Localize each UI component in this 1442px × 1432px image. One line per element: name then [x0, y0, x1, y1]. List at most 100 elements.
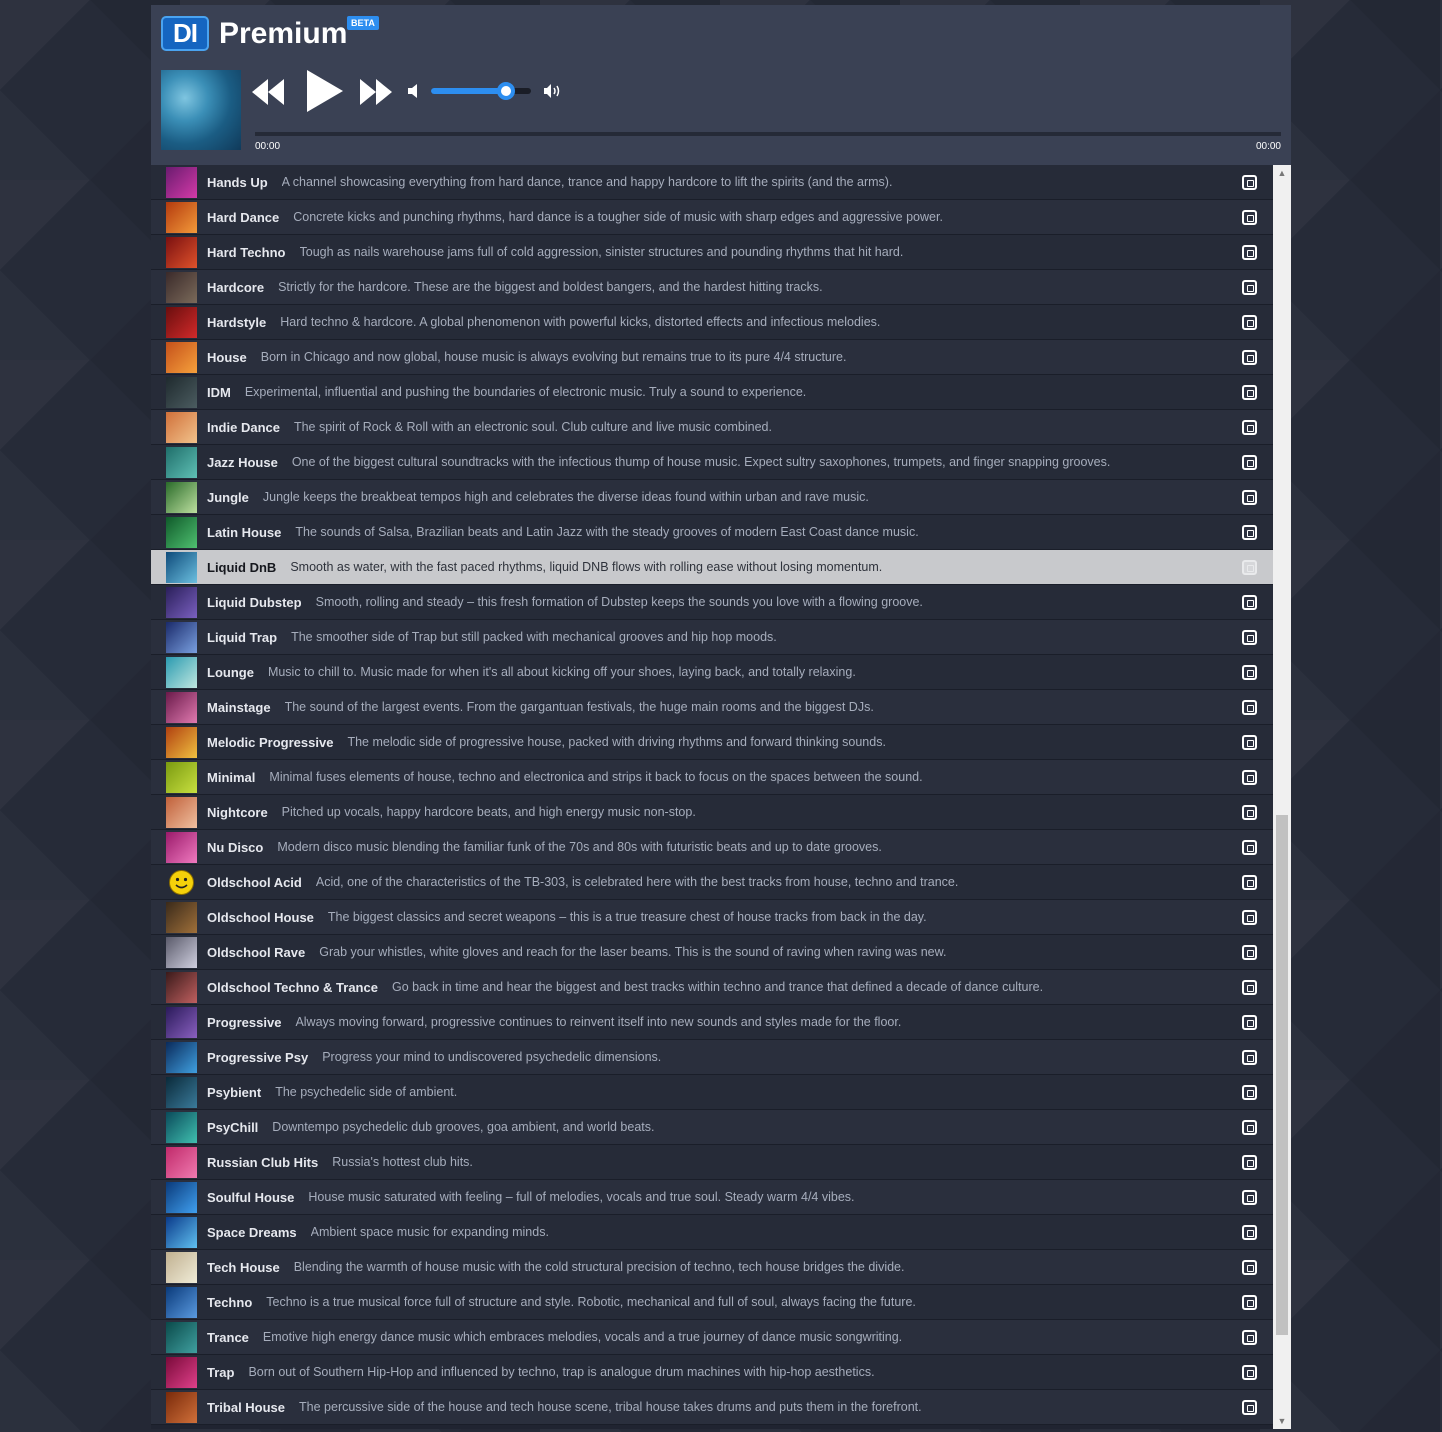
popout-icon[interactable]: [1242, 1190, 1257, 1205]
channel-row[interactable]: IDM Experimental, influential and pushing…: [151, 375, 1273, 410]
channel-row[interactable]: Russian Club Hits Russia's hottest club h…: [151, 1145, 1273, 1180]
channel-name: Latin House: [207, 524, 282, 540]
channel-row[interactable]: Space Dreams Ambient space music for expa…: [151, 1215, 1273, 1250]
di-logo[interactable]: DI: [161, 16, 209, 51]
popout-icon[interactable]: [1242, 735, 1257, 750]
channel-name: Oldschool Acid: [207, 874, 302, 890]
channel-row[interactable]: Mainstage The sound of the largest events…: [151, 690, 1273, 725]
channel-row[interactable]: Melodic Progressive The melodic side of p…: [151, 725, 1273, 760]
track-progress-bar[interactable]: [255, 132, 1281, 136]
popout-icon[interactable]: [1242, 210, 1257, 225]
channel-row[interactable]: Oldschool Rave Grab your whistles, white …: [151, 935, 1273, 970]
channel-thumbnail: [166, 1356, 197, 1388]
popout-icon[interactable]: [1242, 770, 1257, 785]
play-button[interactable]: [301, 68, 345, 114]
channel-row[interactable]: Hardstyle Hard techno & hardcore. A globa…: [151, 305, 1273, 340]
channel-thumbnail: [166, 796, 197, 828]
channel-name: Tribal House: [207, 1399, 286, 1415]
mute-button[interactable]: [407, 83, 421, 99]
popout-icon[interactable]: [1242, 490, 1257, 505]
channel-row[interactable]: Nu Disco Modern disco music blending the …: [151, 830, 1273, 865]
channel-row[interactable]: Oldschool House The biggest classics and …: [151, 900, 1273, 935]
channel-row[interactable]: Trance Emotive high energy dance music wh…: [151, 1320, 1273, 1355]
popout-icon[interactable]: [1242, 875, 1257, 890]
popout-icon[interactable]: [1242, 350, 1257, 365]
beta-badge: BETA: [347, 16, 379, 30]
popout-icon[interactable]: [1242, 1120, 1257, 1135]
popout-icon[interactable]: [1242, 1225, 1257, 1240]
scrollbar[interactable]: ▲ ▼: [1273, 165, 1291, 1429]
popout-icon[interactable]: [1242, 1400, 1257, 1415]
fast-forward-button[interactable]: [359, 77, 393, 107]
volume-knob[interactable]: [497, 82, 515, 100]
channel-thumbnail: [166, 1111, 197, 1143]
popout-icon[interactable]: [1242, 315, 1257, 330]
popout-icon[interactable]: [1242, 1155, 1257, 1170]
channel-row[interactable]: Tech House Blending the warmth of house m…: [151, 1250, 1273, 1285]
popout-icon[interactable]: [1242, 1085, 1257, 1100]
max-volume-button[interactable]: [543, 83, 563, 99]
channel-row[interactable]: Liquid Dubstep Smooth, rolling and steady…: [151, 585, 1273, 620]
channel-row[interactable]: Oldschool Techno & Trance Go back in time…: [151, 970, 1273, 1005]
popout-icon[interactable]: [1242, 945, 1257, 960]
channel-row[interactable]: Hands Up A channel showcasing everything …: [151, 165, 1273, 200]
popout-icon[interactable]: [1242, 560, 1257, 575]
channel-row[interactable]: Indie Dance The spirit of Rock & Roll wit…: [151, 410, 1273, 445]
channel-row[interactable]: Progressive Always moving forward, progre…: [151, 1005, 1273, 1040]
popout-icon[interactable]: [1242, 1260, 1257, 1275]
channel-row[interactable]: Nightcore Pitched up vocals, happy hardco…: [151, 795, 1273, 830]
channel-row[interactable]: Soulful House House music saturated with …: [151, 1180, 1273, 1215]
popout-icon[interactable]: [1242, 630, 1257, 645]
popout-icon[interactable]: [1242, 280, 1257, 295]
popout-icon[interactable]: [1242, 665, 1257, 680]
rewind-button[interactable]: [251, 77, 285, 107]
channel-row[interactable]: Lounge Music to chill to. Music made for …: [151, 655, 1273, 690]
channel-row[interactable]: Minimal Minimal fuses elements of house, …: [151, 760, 1273, 795]
channel-row[interactable]: Hard Techno Tough as nails warehouse jams…: [151, 235, 1273, 270]
channel-row[interactable]: House Born in Chicago and now global, hou…: [151, 340, 1273, 375]
popout-icon[interactable]: [1242, 595, 1257, 610]
popout-icon[interactable]: [1242, 840, 1257, 855]
channel-row[interactable]: Tribal House The percussive side of the h…: [151, 1390, 1273, 1425]
channel-row[interactable]: Oldschool Acid Acid, one of the character…: [151, 865, 1273, 900]
popout-icon[interactable]: [1242, 420, 1257, 435]
volume-slider[interactable]: [431, 82, 531, 100]
channel-row[interactable]: Hard Dance Concrete kicks and punching rh…: [151, 200, 1273, 235]
popout-icon[interactable]: [1242, 1295, 1257, 1310]
channel-description: Ambient space music for expanding minds.: [310, 1225, 549, 1239]
popout-icon[interactable]: [1242, 1365, 1257, 1380]
channel-row[interactable]: Liquid Trap The smoother side of Trap but…: [151, 620, 1273, 655]
channel-row[interactable]: Jungle Jungle keeps the breakbeat tempos …: [151, 480, 1273, 515]
popout-icon[interactable]: [1242, 910, 1257, 925]
channel-row[interactable]: Liquid DnB Smooth as water, with the fast…: [151, 550, 1273, 585]
channel-row[interactable]: Hardcore Strictly for the hardcore. These…: [151, 270, 1273, 305]
popout-icon[interactable]: [1242, 700, 1257, 715]
scrollbar-thumb[interactable]: [1276, 815, 1288, 1335]
popout-icon[interactable]: [1242, 455, 1257, 470]
popout-icon[interactable]: [1242, 525, 1257, 540]
channel-row[interactable]: Techno Techno is a true musical force ful…: [151, 1285, 1273, 1320]
popout-icon[interactable]: [1242, 385, 1257, 400]
popout-icon[interactable]: [1242, 245, 1257, 260]
channel-row[interactable]: PsyChill Downtempo psychedelic dub groove…: [151, 1110, 1273, 1145]
channel-thumbnail: [166, 621, 197, 653]
channel-description: Blending the warmth of house music with …: [293, 1260, 905, 1274]
popout-icon[interactable]: [1242, 1015, 1257, 1030]
channel-name: Minimal: [207, 769, 256, 785]
channel-row[interactable]: Jazz House One of the biggest cultural so…: [151, 445, 1273, 480]
scroll-down-arrow[interactable]: ▼: [1273, 1413, 1291, 1429]
popout-icon[interactable]: [1242, 1050, 1257, 1065]
channel-name: Techno: [207, 1294, 253, 1310]
channel-row[interactable]: Psybient The psychedelic side of ambient.: [151, 1075, 1273, 1110]
channel-row[interactable]: Trap Born out of Southern Hip-Hop and inf…: [151, 1355, 1273, 1390]
popout-icon[interactable]: [1242, 805, 1257, 820]
scroll-up-arrow[interactable]: ▲: [1273, 165, 1291, 181]
popout-icon[interactable]: [1242, 1330, 1257, 1345]
popout-icon[interactable]: [1242, 175, 1257, 190]
channel-thumbnail: [166, 201, 197, 233]
channel-thumbnail: [166, 586, 197, 618]
channel-row[interactable]: Latin House The sounds of Salsa, Brazilia…: [151, 515, 1273, 550]
popout-icon[interactable]: [1242, 980, 1257, 995]
channel-thumbnail: [166, 936, 197, 968]
channel-row[interactable]: Progressive Psy Progress your mind to und…: [151, 1040, 1273, 1075]
